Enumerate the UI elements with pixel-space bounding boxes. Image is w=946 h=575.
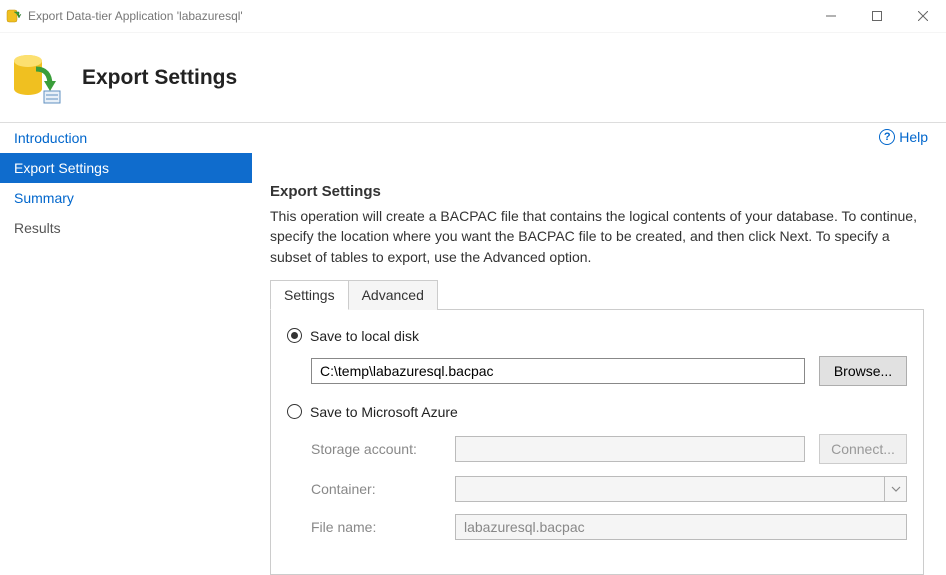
help-link[interactable]: ? Help [879,129,928,145]
maximize-button[interactable] [854,0,900,32]
section-title: Export Settings [270,183,924,200]
sidebar: Introduction Export Settings Summary Res… [0,123,252,566]
azure-form: Storage account: Connect... Container: [311,434,907,540]
page-title: Export Settings [82,66,237,90]
file-name-label: File name: [311,519,451,535]
main-panel: ? Help Export Settings This operation wi… [252,123,946,566]
window-controls [808,0,946,32]
container-input [455,476,907,502]
settings-tab-panel: Save to local disk Browse... Save to Mic… [270,310,924,575]
section-description: This operation will create a BACPAC file… [270,206,924,267]
file-name-input [455,514,907,540]
window-title: Export Data-tier Application 'labazuresq… [28,9,808,23]
container-label: Container: [311,481,451,497]
close-button[interactable] [900,0,946,32]
titlebar: Export Data-tier Application 'labazuresq… [0,0,946,32]
radio-azure-label: Save to Microsoft Azure [310,404,458,420]
local-path-input[interactable] [311,358,805,384]
sidebar-item-introduction[interactable]: Introduction [0,123,252,153]
header: Export Settings [0,32,946,122]
browse-button[interactable]: Browse... [819,356,907,386]
minimize-button[interactable] [808,0,854,32]
content: Introduction Export Settings Summary Res… [0,122,946,566]
radio-local-label: Save to local disk [310,328,419,344]
help-label: Help [899,129,928,145]
help-icon: ? [879,129,895,145]
radio-save-azure[interactable]: Save to Microsoft Azure [287,404,907,420]
tab-settings[interactable]: Settings [270,280,349,310]
connect-button: Connect... [819,434,907,464]
storage-account-label: Storage account: [311,441,451,457]
export-database-icon [10,51,64,105]
app-icon [6,8,22,24]
sidebar-item-results[interactable]: Results [0,213,252,243]
sidebar-item-summary[interactable]: Summary [0,183,252,213]
radio-icon-checked [287,328,302,343]
container-select [455,476,907,502]
sidebar-item-export-settings[interactable]: Export Settings [0,153,252,183]
radio-save-local[interactable]: Save to local disk [287,328,907,344]
storage-account-input [455,436,805,462]
chevron-down-icon [884,477,906,501]
radio-icon-unchecked [287,404,302,419]
tab-advanced[interactable]: Advanced [348,280,438,310]
tab-strip: Settings Advanced [270,279,924,310]
